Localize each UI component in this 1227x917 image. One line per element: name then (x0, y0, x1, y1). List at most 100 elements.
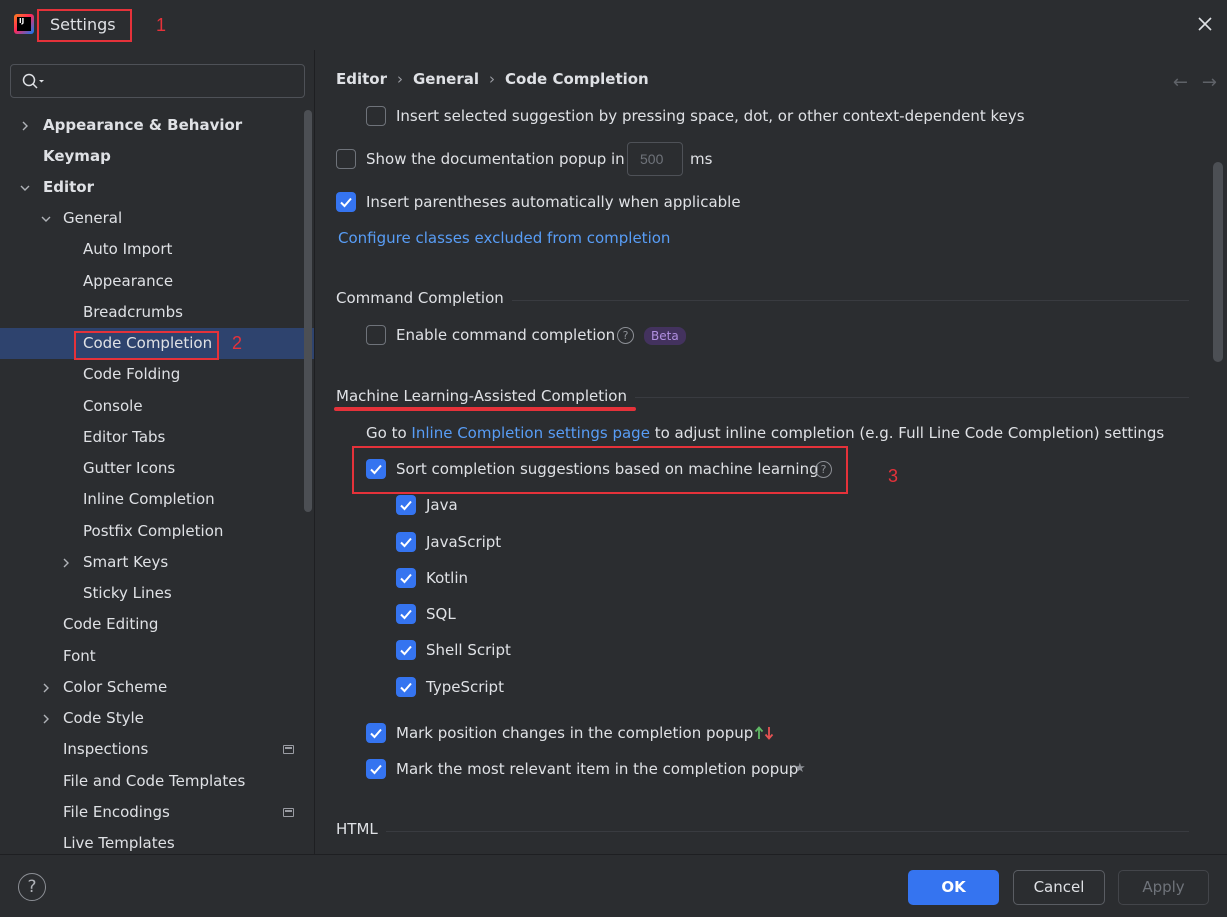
project-level-icon (283, 745, 294, 754)
apply-button[interactable]: Apply (1118, 870, 1209, 905)
tree-item-code-editing[interactable]: Code Editing (0, 609, 314, 640)
annotation-box-3 (352, 446, 848, 494)
typescript-checkbox[interactable] (396, 677, 416, 697)
tree-item-label: Gutter Icons (83, 459, 176, 477)
chevron-down-icon (20, 185, 30, 191)
tree-item-sticky-lines[interactable]: Sticky Lines (0, 578, 314, 609)
tree-item-smart-keys[interactable]: Smart Keys (0, 547, 314, 578)
breadcrumb-general[interactable]: General (413, 70, 479, 88)
configure-excluded-classes-link[interactable]: Configure classes excluded from completi… (338, 227, 670, 249)
sql-checkbox[interactable] (396, 604, 416, 624)
checkmark-icon (400, 609, 412, 620)
insert-selected-checkbox[interactable] (366, 106, 386, 126)
mark-relevant-checkbox[interactable] (366, 759, 386, 779)
tree-item-code-style[interactable]: Code Style (0, 703, 314, 734)
tree-item-label: File Encodings (63, 803, 170, 821)
mark-position-checkbox[interactable] (366, 723, 386, 743)
intellij-logo-icon: IJ (14, 14, 34, 34)
tree-item-editor-tabs[interactable]: Editor Tabs (0, 422, 314, 453)
search-box[interactable] (10, 64, 305, 98)
close-icon (1198, 17, 1212, 31)
tree-item-label: File and Code Templates (63, 772, 246, 790)
insert-parens-checkbox[interactable] (336, 192, 356, 212)
help-icon[interactable]: ? (617, 324, 634, 346)
breadcrumb-separator: › (397, 70, 403, 88)
tree-item-live-templates[interactable]: Live Templates (0, 828, 314, 854)
up-down-arrows-icon (754, 726, 774, 740)
tree-item-font[interactable]: Font (0, 641, 314, 672)
section-title-html: HTML (336, 820, 386, 838)
option-mark-position: Mark position changes in the completion … (366, 722, 836, 744)
search-input[interactable] (51, 71, 296, 91)
tree-item-appearance-behavior[interactable]: Appearance & Behavior (0, 110, 314, 141)
tree-item-label: Editor (43, 178, 94, 196)
shell-script-checkbox[interactable] (396, 640, 416, 660)
tree-item-label: Inspections (63, 740, 149, 758)
checkmark-icon (370, 728, 382, 739)
settings-content-panel: Editor › General › Code Completion ← → Insert… (316, 50, 1227, 854)
option-mark-relevant: Mark the most relevant item in the compl… (366, 758, 836, 780)
tree-item-label: Keymap (43, 147, 111, 165)
tree-item-label: Smart Keys (83, 553, 169, 571)
tree-item-label: Font (63, 647, 96, 665)
checkmark-icon (400, 537, 412, 548)
ml-goto-text: Go to Inline Completion settings page to… (366, 422, 1164, 444)
inline-completion-settings-link[interactable]: Inline Completion settings page (411, 424, 650, 442)
option-label: SQL (426, 605, 456, 623)
search-icon (22, 73, 44, 89)
option-label: Kotlin (426, 569, 468, 587)
tree-item-label: Appearance (83, 272, 174, 290)
tree-item-label: Breadcrumbs (83, 303, 183, 321)
help-button[interactable]: ? (18, 873, 46, 901)
dialog-button-bar: ? OK Cancel Apply (0, 854, 1227, 917)
beta-badge: Beta (644, 324, 686, 346)
tree-item-file-encodings[interactable]: File Encodings (0, 797, 314, 828)
ok-button[interactable]: OK (908, 870, 999, 905)
option-label: Enable command completion (396, 326, 616, 344)
section-divider (336, 831, 1189, 832)
tree-item-console[interactable]: Console (0, 391, 314, 422)
cancel-button[interactable]: Cancel (1013, 870, 1105, 905)
back-arrow-icon[interactable]: ← (1173, 72, 1188, 93)
show-doc-popup-checkbox[interactable] (336, 149, 356, 169)
enable-command-completion-checkbox[interactable] (366, 325, 386, 345)
option-label: Shell Script (426, 641, 511, 659)
forward-arrow-icon[interactable]: → (1202, 72, 1217, 93)
tree-item-postfix-completion[interactable]: Postfix Completion (0, 516, 314, 547)
option-label: Java (426, 496, 458, 514)
checkmark-icon (400, 573, 412, 584)
tree-item-label: General (63, 209, 123, 227)
goto-prefix: Go to (366, 424, 407, 442)
tree-item-keymap[interactable]: Keymap (0, 141, 314, 172)
tree-item-color-scheme[interactable]: Color Scheme (0, 672, 314, 703)
breadcrumb-editor[interactable]: Editor (336, 70, 387, 88)
tree-item-code-folding[interactable]: Code Folding (0, 359, 314, 390)
javascript-checkbox[interactable] (396, 532, 416, 552)
tree-item-breadcrumbs[interactable]: Breadcrumbs (0, 297, 314, 328)
tree-item-label: Postfix Completion (83, 522, 224, 540)
checkmark-icon (400, 500, 412, 511)
tree-item-inspections[interactable]: Inspections (0, 734, 314, 765)
tree-item-editor[interactable]: Editor (0, 172, 314, 203)
tree-item-general[interactable]: General (0, 203, 314, 234)
tree-item-label: Live Templates (63, 834, 175, 852)
java-checkbox[interactable] (396, 495, 416, 515)
tree-item-auto-import[interactable]: Auto Import (0, 234, 314, 265)
option-label: Mark position changes in the completion … (396, 724, 754, 742)
option-label: JavaScript (426, 533, 502, 551)
doc-popup-delay-input[interactable] (627, 142, 683, 176)
close-button[interactable] (1195, 14, 1215, 34)
kotlin-checkbox[interactable] (396, 568, 416, 588)
content-scrollbar[interactable] (1213, 162, 1223, 362)
doc-popup-unit: ms (690, 150, 713, 168)
tree-scrollbar[interactable] (304, 110, 312, 512)
tree-item-label: Auto Import (83, 240, 173, 258)
title-bar: IJ Settings 1 (0, 0, 1227, 50)
tree-item-label: Code Style (63, 709, 144, 727)
option-label: TypeScript (426, 678, 504, 696)
option-label: Insert parentheses automatically when ap… (366, 193, 741, 211)
tree-item-file-code-templates[interactable]: File and Code Templates (0, 766, 314, 797)
tree-item-gutter-icons[interactable]: Gutter Icons (0, 453, 314, 484)
tree-item-appearance[interactable]: Appearance (0, 266, 314, 297)
tree-item-inline-completion[interactable]: Inline Completion (0, 484, 314, 515)
